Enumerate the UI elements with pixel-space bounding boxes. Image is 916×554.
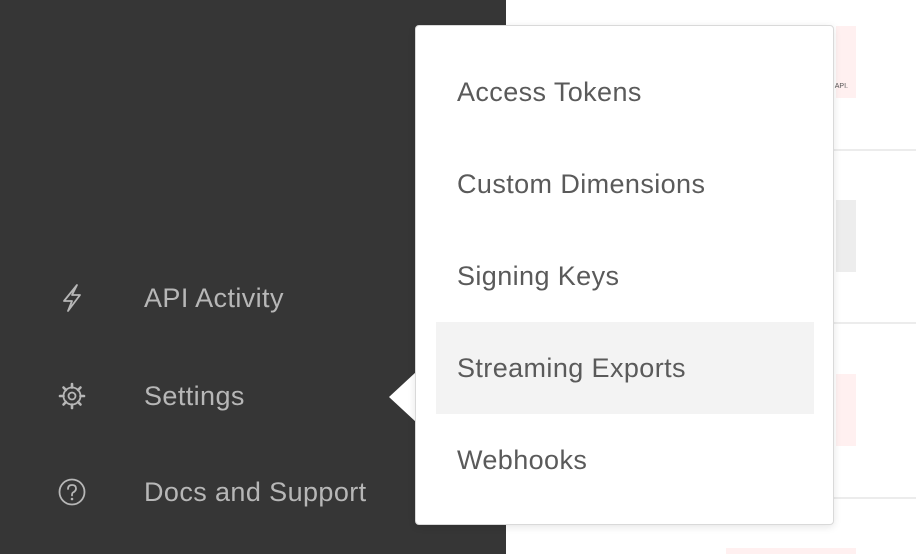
dropdown-caret xyxy=(389,372,416,422)
sidebar-item-settings[interactable]: Settings xyxy=(0,366,420,426)
menu-item-streaming-exports[interactable]: Streaming Exports xyxy=(436,322,814,414)
sidebar-item-docs-and-support[interactable]: Docs and Support xyxy=(0,462,420,522)
thumbnail-caption: API. xyxy=(834,83,848,90)
gear-icon xyxy=(56,380,88,412)
menu-item-label: Custom Dimensions xyxy=(457,168,706,199)
menu-item-signing-keys[interactable]: Signing Keys xyxy=(436,230,814,322)
card-thumbnail xyxy=(836,200,856,272)
sidebar-item-api-activity[interactable]: API Activity xyxy=(0,268,420,328)
help-circle-icon xyxy=(56,476,88,508)
card-thumbnail: API. xyxy=(834,26,856,98)
sidebar-item-label: Docs and Support xyxy=(144,476,367,507)
card-thumbnail xyxy=(726,548,856,554)
menu-item-label: Streaming Exports xyxy=(457,352,686,383)
sidebar-item-label: API Activity xyxy=(144,282,284,313)
menu-item-label: Signing Keys xyxy=(457,260,620,291)
menu-item-label: Webhooks xyxy=(457,444,588,475)
menu-item-label: Access Tokens xyxy=(457,76,642,107)
sidebar-item-label: Settings xyxy=(144,380,245,411)
lightning-icon xyxy=(56,282,88,314)
menu-item-access-tokens[interactable]: Access Tokens xyxy=(436,46,814,138)
menu-item-webhooks[interactable]: Webhooks xyxy=(436,414,814,506)
card-thumbnail xyxy=(836,374,856,446)
settings-dropdown-menu: Access Tokens Custom Dimensions Signing … xyxy=(415,25,834,525)
menu-item-custom-dimensions[interactable]: Custom Dimensions xyxy=(436,138,814,230)
